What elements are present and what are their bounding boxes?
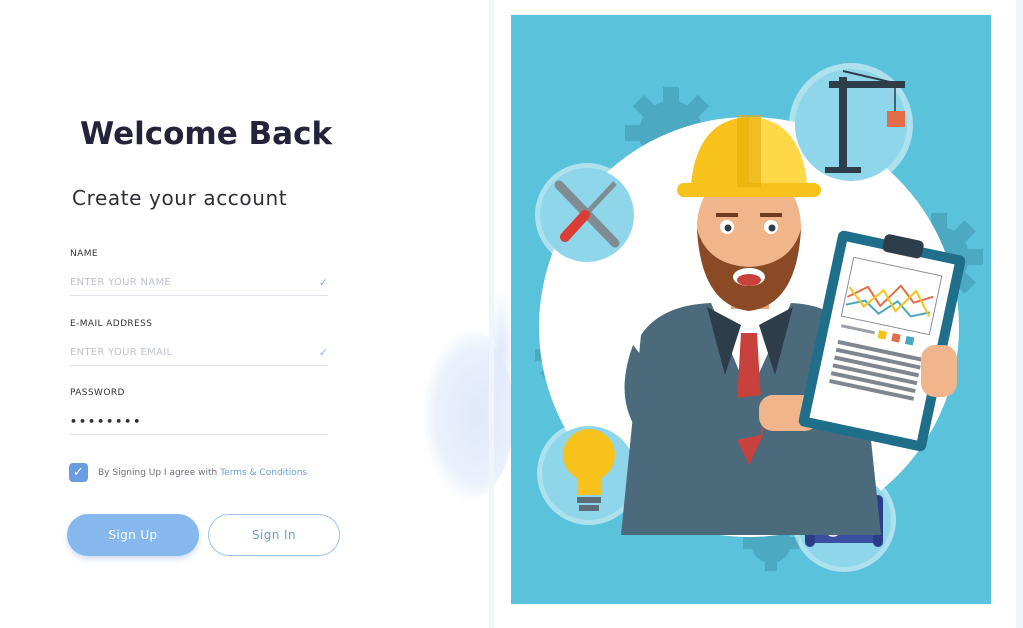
email-input[interactable] <box>70 346 290 358</box>
password-input[interactable] <box>70 414 290 428</box>
illustration-frame-left <box>489 0 494 628</box>
sign-up-button[interactable]: Sign Up <box>67 514 199 556</box>
wrench-screwdriver-icon <box>535 163 639 267</box>
crane-icon <box>789 63 913 187</box>
terms-link[interactable]: Terms & Conditions <box>220 468 307 478</box>
agree-text: By Signing Up I agree with <box>98 467 218 478</box>
illustration-frame-right <box>1016 0 1023 628</box>
password-field: PASSWORD <box>70 388 328 435</box>
checkbox-checked-icon[interactable]: ✓ <box>69 463 88 482</box>
password-label: PASSWORD <box>70 388 125 398</box>
name-field-row: ✓ <box>70 273 328 296</box>
name-input[interactable] <box>70 276 290 288</box>
terms-agreement: ✓ By Signing Up I agree with Terms & Con… <box>69 463 307 482</box>
sign-in-button[interactable]: Sign In <box>208 514 340 556</box>
check-icon: ✓ <box>318 275 328 289</box>
name-field: NAME ✓ <box>70 249 328 296</box>
signup-form-card: Create your account NAME ✓ E-MAIL ADDRES… <box>50 170 360 580</box>
email-field-row: ✓ <box>70 343 328 366</box>
password-field-row <box>70 412 328 435</box>
check-icon: ✓ <box>318 345 328 359</box>
name-label: NAME <box>70 249 98 259</box>
email-field: E-MAIL ADDRESS ✓ <box>70 319 328 366</box>
email-label: E-MAIL ADDRESS <box>70 319 153 329</box>
engineer-illustration <box>511 15 991 604</box>
page-heading: Welcome Back <box>80 116 333 152</box>
form-title: Create your account <box>72 186 288 210</box>
